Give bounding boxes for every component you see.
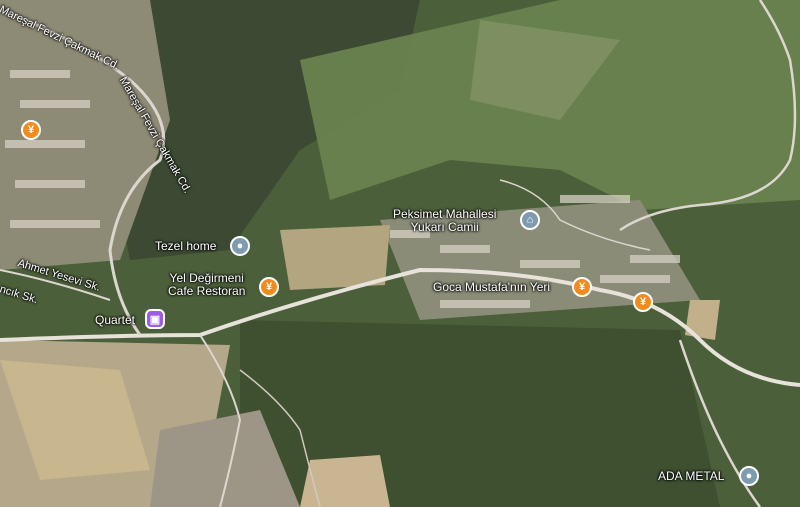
map-imagery bbox=[0, 0, 800, 507]
restaurant-pin-goca-mustafa[interactable]: ¥ bbox=[572, 277, 592, 297]
restaurant-pin-northwest[interactable]: ¥ bbox=[21, 120, 41, 140]
shop-pin-quartet[interactable]: ▣ bbox=[145, 309, 165, 329]
fork-knife-icon: ¥ bbox=[578, 281, 586, 293]
fork-knife-icon: ¥ bbox=[265, 281, 273, 293]
place-label-line2: Cafe Restoran bbox=[168, 284, 246, 298]
place-pin-icon: ● bbox=[236, 240, 244, 252]
restaurant-pin-yel-degirmeni[interactable]: ¥ bbox=[259, 277, 279, 297]
place-pin-tezel-home[interactable]: ● bbox=[230, 236, 250, 256]
satellite-map[interactable]: Mareşal Fevzi Çakmak Cd. Mareşal Fevzi Ç… bbox=[0, 0, 800, 507]
place-label-tezel-home[interactable]: Tezel home bbox=[155, 240, 216, 253]
restaurant-pin-east[interactable]: ¥ bbox=[633, 292, 653, 312]
place-pin-icon: ● bbox=[745, 470, 753, 482]
place-label-quartet[interactable]: Quartet bbox=[95, 314, 135, 327]
mosque-icon: ⌂ bbox=[526, 214, 534, 226]
place-label-peksimet-camii[interactable]: Peksimet Mahallesi Yukarı Camii bbox=[393, 208, 496, 234]
place-label-goca-mustafa[interactable]: Goca Mustafa'nın Yeri bbox=[433, 281, 550, 294]
mosque-pin[interactable]: ⌂ bbox=[520, 210, 540, 230]
fork-knife-icon: ¥ bbox=[639, 296, 647, 308]
place-pin-ada-metal[interactable]: ● bbox=[739, 466, 759, 486]
place-label-line2: Yukarı Camii bbox=[410, 220, 479, 234]
place-label-ada-metal[interactable]: ADA METAL bbox=[658, 470, 724, 483]
place-label-yel-degirmeni[interactable]: Yel Değirmeni Cafe Restoran bbox=[168, 272, 245, 298]
shopping-bag-icon: ▣ bbox=[149, 313, 161, 326]
fork-knife-icon: ¥ bbox=[27, 124, 35, 136]
